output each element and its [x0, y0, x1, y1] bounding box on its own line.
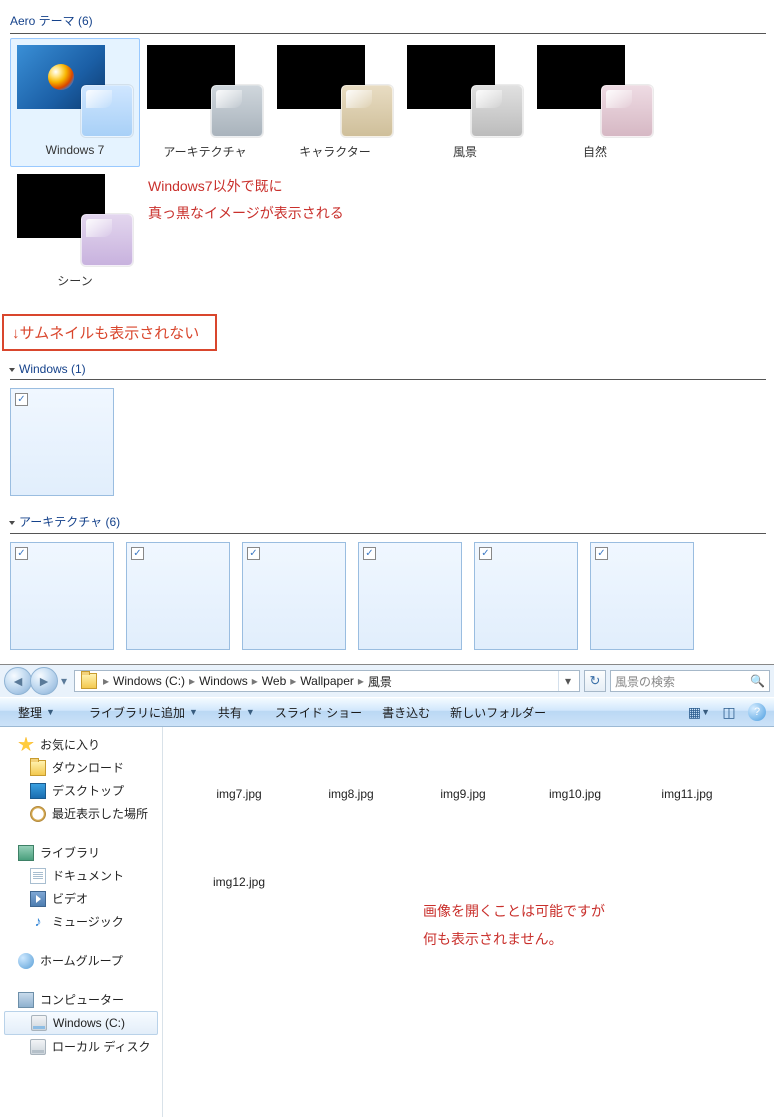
- aero-section-title: Aero テーマ (6): [10, 8, 766, 34]
- address-bar[interactable]: ▸ Windows (C:)▸ Windows▸ Web▸ Wallpaper▸…: [74, 670, 580, 692]
- theme-thumbnail: [277, 45, 393, 137]
- wallpaper-item[interactable]: ✓: [590, 542, 694, 650]
- theme-item-3[interactable]: 風景: [400, 38, 530, 167]
- theme-item-4[interactable]: 自然: [530, 38, 660, 167]
- burn-button[interactable]: 書き込む: [372, 698, 440, 726]
- theme-item-1[interactable]: アーキテクチャ: [140, 38, 270, 167]
- address-dropdown[interactable]: ▾: [558, 671, 577, 691]
- wallpaper-item[interactable]: ✓: [242, 542, 346, 650]
- help-button[interactable]: ?: [748, 703, 766, 721]
- computer-icon: [18, 992, 34, 1008]
- nav-homegroup[interactable]: ホームグループ: [0, 949, 162, 972]
- wallpaper-grid-2: ✓ ✓ ✓ ✓ ✓ ✓: [10, 534, 766, 664]
- refresh-button[interactable]: ↻: [584, 670, 606, 692]
- file-item[interactable]: img8.jpg: [295, 743, 407, 801]
- wallpaper-item[interactable]: ✓: [474, 542, 578, 650]
- music-icon: ♪: [30, 914, 46, 930]
- slideshow-button[interactable]: スライド ショー: [265, 698, 372, 726]
- theme-label: シーン: [17, 272, 133, 289]
- theme-label: 自然: [537, 143, 653, 160]
- nav-favorites[interactable]: お気に入り: [0, 733, 162, 756]
- checkbox-icon[interactable]: ✓: [15, 393, 28, 406]
- theme-label: アーキテクチャ: [147, 143, 263, 160]
- document-icon: [30, 868, 46, 884]
- breadcrumb-item[interactable]: Wallpaper: [298, 674, 356, 688]
- theme-thumbnail: [17, 45, 133, 137]
- checkbox-icon[interactable]: ✓: [131, 547, 144, 560]
- wallpaper-item[interactable]: ✓: [358, 542, 462, 650]
- theme-item-5[interactable]: シーン: [10, 167, 140, 296]
- theme-label: キャラクター: [277, 143, 393, 160]
- folder-icon: [30, 760, 46, 776]
- drive-icon: [31, 1015, 47, 1031]
- breadcrumb-item[interactable]: Windows (C:): [111, 674, 187, 688]
- nav-desktop[interactable]: デスクトップ: [0, 779, 162, 802]
- wallpaper-item[interactable]: ✓: [10, 388, 114, 496]
- nav-documents[interactable]: ドキュメント: [0, 864, 162, 887]
- file-item[interactable]: img9.jpg: [407, 743, 519, 801]
- nav-libraries[interactable]: ライブラリ: [0, 841, 162, 864]
- callout-black-image: Windows7以外で既に真っ黒なイメージが表示される: [140, 167, 420, 296]
- file-item[interactable]: img11.jpg: [631, 743, 743, 801]
- group-windows-title: Windows (1): [10, 359, 766, 380]
- new-folder-button[interactable]: 新しいフォルダー: [440, 698, 556, 726]
- nav-back-button[interactable]: ◄: [4, 667, 32, 695]
- star-icon: [18, 737, 34, 753]
- nav-videos[interactable]: ビデオ: [0, 887, 162, 910]
- nav-cdrive[interactable]: Windows (C:): [4, 1011, 158, 1035]
- search-input[interactable]: 風景の検索🔍: [610, 670, 770, 692]
- nav-music[interactable]: ♪ミュージック: [0, 910, 162, 933]
- theme-label: 風景: [407, 143, 523, 160]
- theme-thumbnail: [147, 45, 263, 137]
- theme-item-0[interactable]: Windows 7: [10, 38, 140, 167]
- nav-forward-button[interactable]: ►: [30, 667, 58, 695]
- preview-pane-button[interactable]: ◫: [718, 701, 740, 723]
- breadcrumb-item[interactable]: Web: [260, 674, 288, 688]
- explorer-window: ◄ ► ▾ ▸ Windows (C:)▸ Windows▸ Web▸ Wall…: [0, 664, 774, 1117]
- file-list-pane: img7.jpgimg8.jpgimg9.jpgimg10.jpgimg11.j…: [163, 727, 774, 1117]
- wallpaper-item[interactable]: ✓: [10, 542, 114, 650]
- video-icon: [30, 891, 46, 907]
- library-icon: [18, 845, 34, 861]
- homegroup-icon: [18, 953, 34, 969]
- checkbox-icon[interactable]: ✓: [595, 547, 608, 560]
- checkbox-icon[interactable]: ✓: [363, 547, 376, 560]
- recent-icon: [30, 806, 46, 822]
- nav-downloads[interactable]: ダウンロード: [0, 756, 162, 779]
- file-item[interactable]: img12.jpg: [183, 831, 295, 889]
- aero-theme-grid: Windows 7 アーキテクチャキャラクター風景自然シーン Windows7以外で…: [10, 38, 766, 296]
- checkbox-icon[interactable]: ✓: [479, 547, 492, 560]
- nav-computer[interactable]: コンピューター: [0, 988, 162, 1011]
- theme-thumbnail: [537, 45, 653, 137]
- breadcrumb-item[interactable]: Windows: [197, 674, 250, 688]
- checkbox-icon[interactable]: ✓: [247, 547, 260, 560]
- wallpaper-item[interactable]: ✓: [126, 542, 230, 650]
- nav-history-dropdown[interactable]: ▾: [58, 674, 70, 688]
- add-library-button[interactable]: ライブラリに追加▼: [79, 698, 208, 726]
- file-item[interactable]: img10.jpg: [519, 743, 631, 801]
- drive-icon: [30, 1039, 46, 1055]
- theme-thumbnail: [407, 45, 523, 137]
- search-icon: 🔍: [750, 674, 765, 688]
- theme-label: Windows 7: [17, 143, 133, 157]
- address-row: ◄ ► ▾ ▸ Windows (C:)▸ Windows▸ Web▸ Wall…: [0, 665, 774, 697]
- file-item[interactable]: img7.jpg: [183, 743, 295, 801]
- view-options-button[interactable]: ▦ ▼: [688, 701, 710, 723]
- theme-thumbnail: [17, 174, 133, 266]
- breadcrumb-item[interactable]: 風景: [366, 673, 394, 690]
- nav-localdisk[interactable]: ローカル ディスク: [0, 1035, 162, 1058]
- callout-no-thumbnail: ↓サムネイルも表示されない: [2, 314, 217, 351]
- nav-recent[interactable]: 最近表示した場所: [0, 802, 162, 825]
- checkbox-icon[interactable]: ✓: [15, 547, 28, 560]
- folder-icon: [81, 673, 97, 689]
- wallpaper-grid-1: ✓: [10, 380, 766, 510]
- share-button[interactable]: 共有▼: [208, 698, 265, 726]
- theme-item-2[interactable]: キャラクター: [270, 38, 400, 167]
- explorer-toolbar: 整理▼ ライブラリに追加▼ 共有▼ スライド ショー 書き込む 新しいフォルダー…: [0, 697, 774, 727]
- navigation-pane: お気に入り ダウンロード デスクトップ 最近表示した場所 ライブラリ ドキュメン…: [0, 727, 163, 1117]
- organize-button[interactable]: 整理▼: [8, 698, 65, 726]
- desktop-icon: [30, 783, 46, 799]
- group-arch-title: アーキテクチャ (6): [10, 510, 766, 534]
- callout-cannot-display: 画像を開くことは可能ですが 何も表示されません。: [423, 897, 605, 953]
